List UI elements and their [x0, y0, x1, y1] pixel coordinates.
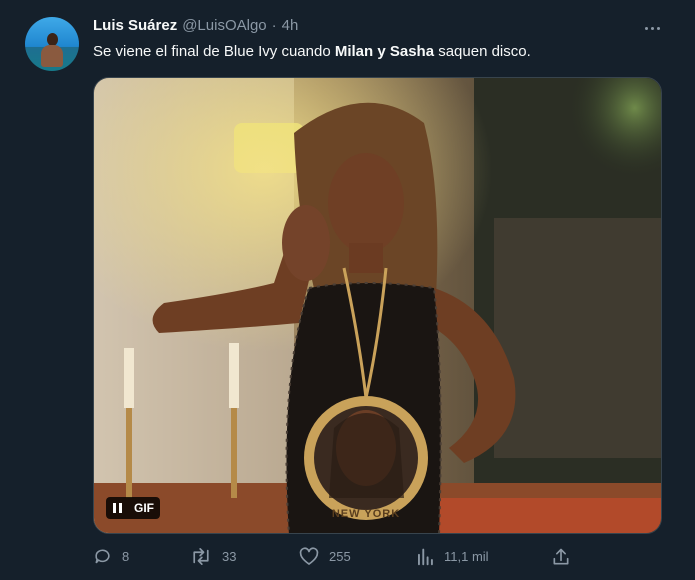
gif-frame-illustration	[94, 78, 661, 533]
views-icon	[418, 548, 433, 566]
share-button[interactable]	[551, 547, 571, 567]
author-name[interactable]: Luis Suárez	[93, 17, 177, 34]
header-separator: ·	[271, 17, 277, 34]
retweet-button[interactable]: 33	[190, 547, 236, 566]
reply-count: 8	[122, 549, 130, 564]
pendant-text: NEW YORK	[331, 508, 401, 520]
gif-controls: GIF	[106, 497, 160, 519]
tweet-time[interactable]: 4h	[282, 17, 299, 34]
gif-badge: GIF	[128, 497, 160, 519]
avatar[interactable]	[25, 17, 79, 71]
gif-media[interactable]: NEW YORK GIF	[93, 77, 662, 534]
reply-button[interactable]: 8	[93, 547, 129, 566]
views-count: 11,1 mil	[444, 549, 489, 564]
retweet-count: 33	[222, 549, 237, 564]
tweet-text-bold: Milan y Sasha	[334, 43, 435, 60]
more-icon[interactable]	[639, 16, 665, 40]
tweet-actions: 8 33 255 11,1 mil	[93, 547, 573, 569]
views-button[interactable]: 11,1 mil	[416, 547, 489, 566]
pause-icon[interactable]	[106, 497, 128, 519]
share-icon	[553, 548, 569, 565]
tweet-text-part-3: saquen disco.	[434, 43, 531, 60]
retweet-icon	[193, 548, 209, 565]
like-button[interactable]: 255	[299, 547, 351, 566]
tweet-text: Se viene el final de Blue Ivy cuando Mil…	[93, 43, 531, 60]
reply-icon	[95, 549, 110, 564]
tweet-header: Luis Suárez @LuisOAlgo · 4h	[93, 17, 298, 34]
tweet-text-part-1: Se viene el final de Blue Ivy cuando	[93, 43, 335, 60]
author-handle[interactable]: @LuisOAlgo	[182, 17, 266, 34]
tweet[interactable]: Luis Suárez @LuisOAlgo · 4h Se viene el …	[0, 0, 695, 580]
avatar-body	[41, 45, 63, 67]
like-icon	[299, 547, 319, 565]
like-count: 255	[329, 549, 351, 564]
